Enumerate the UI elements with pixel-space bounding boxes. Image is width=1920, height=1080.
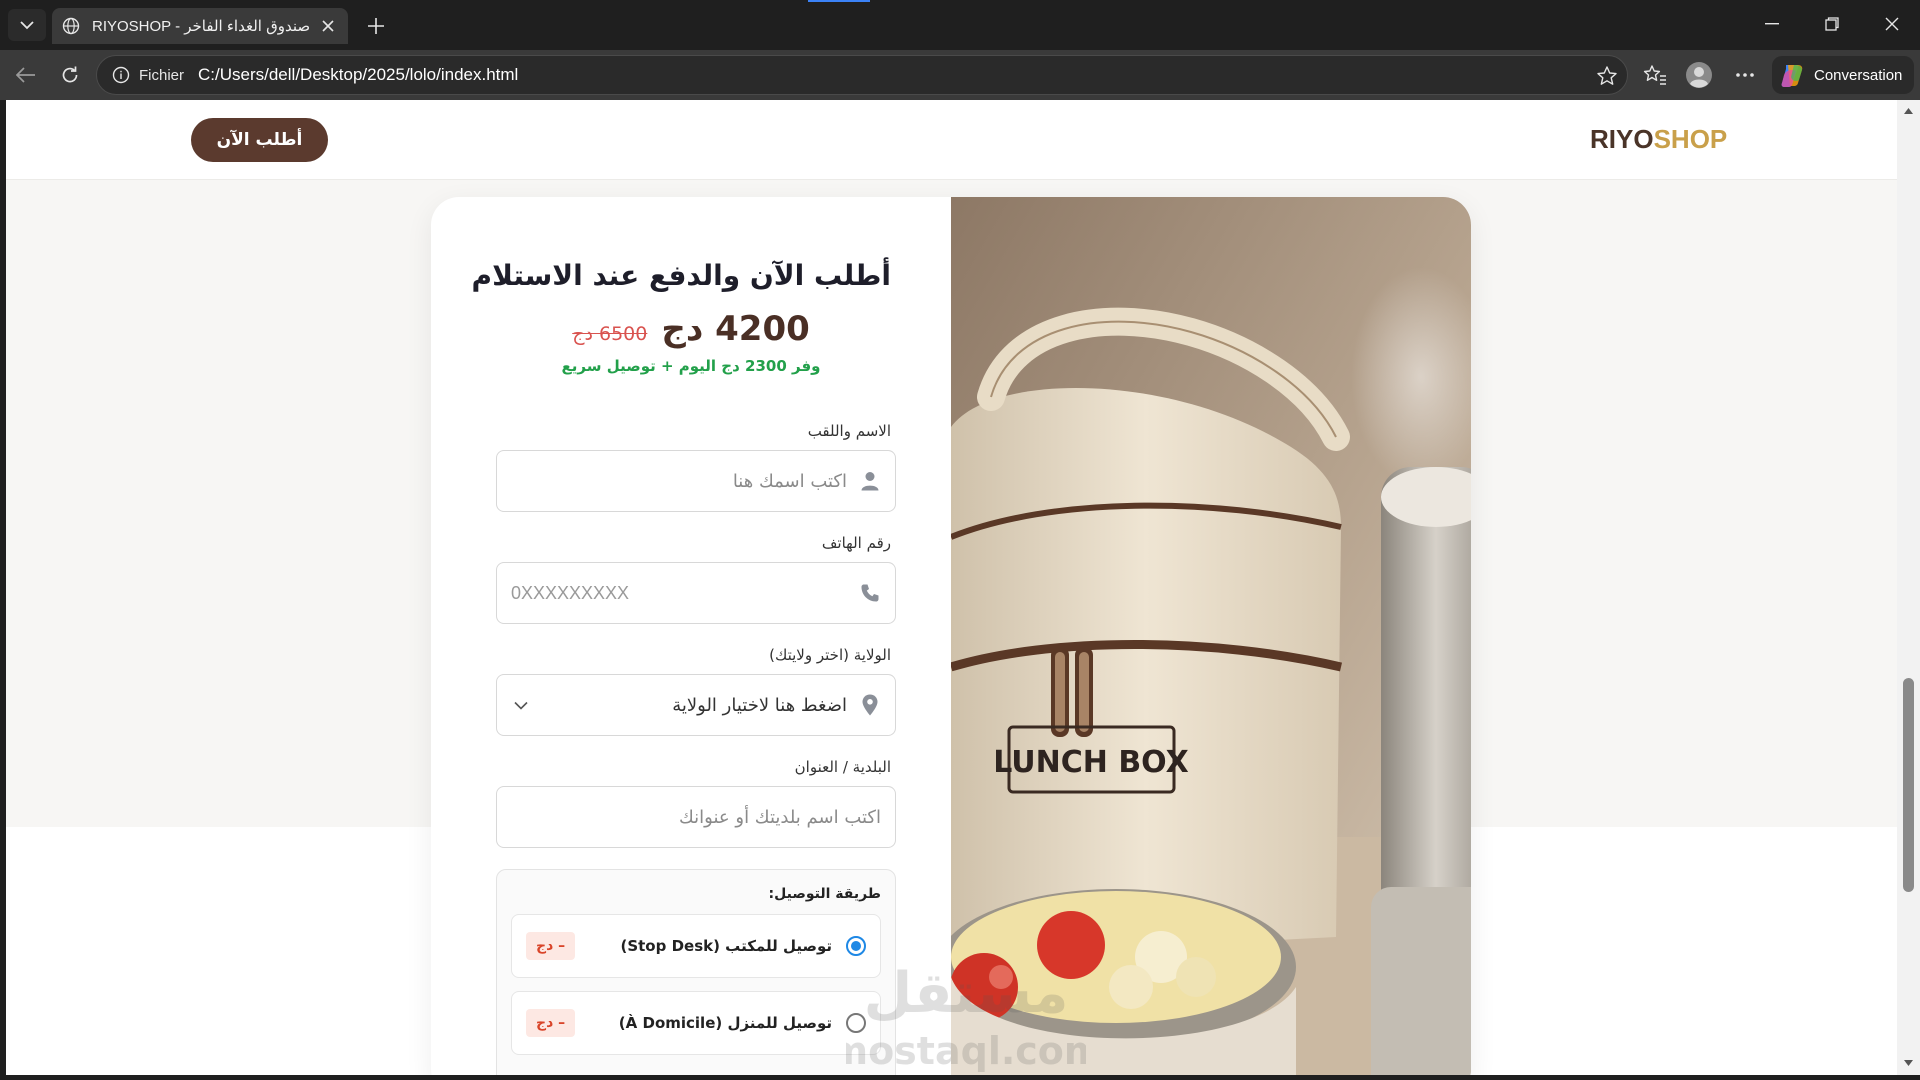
restore-button[interactable]: [1816, 10, 1848, 38]
chevron-down-icon: [20, 21, 34, 30]
product-photo: LUNCH BOX: [951, 197, 1471, 1075]
scrollbar-thumb[interactable]: [1903, 678, 1914, 892]
price-row: 4200 دج 6500 دج: [491, 309, 891, 349]
favorites-icon[interactable]: [1640, 60, 1670, 90]
phone-input[interactable]: 0XXXXXXXXX: [496, 562, 896, 624]
delivery-title: طريقة التوصيل:: [768, 886, 881, 902]
phone-label: رقم الهاتف: [821, 534, 891, 552]
conversation-button[interactable]: Conversation: [1772, 56, 1914, 94]
back-button[interactable]: [10, 60, 42, 90]
wilaya-label: الولاية (اختر ولايتك): [769, 646, 891, 664]
reload-icon: [62, 66, 78, 83]
option-price: – دج: [526, 1009, 576, 1037]
address-bar[interactable]: Fichier C:/Users/dell/Desktop/2025/lolo/…: [96, 55, 1628, 95]
scheme-label: Fichier: [139, 66, 185, 84]
site-logo[interactable]: RIYOSHOP: [1590, 124, 1727, 155]
wilaya-selected: اضغط هنا لاختيار الولاية: [672, 694, 847, 716]
name-input[interactable]: اكتب اسمك هنا: [496, 450, 896, 512]
star-icon[interactable]: [1595, 64, 1619, 88]
location-pin-icon: [859, 694, 881, 716]
more-icon[interactable]: [1730, 60, 1760, 90]
radio-home[interactable]: [846, 1013, 866, 1033]
profile-icon[interactable]: [1684, 60, 1714, 90]
scroll-up-arrow[interactable]: [1902, 104, 1915, 117]
copilot-icon: [1781, 65, 1803, 87]
close-window-button[interactable]: [1876, 10, 1908, 38]
user-icon: [859, 470, 881, 492]
order-form: أطلب الآن والدفع عند الاستلام 4200 دج 65…: [431, 197, 951, 1075]
delivery-option-home[interactable]: توصيل للمنزل (À Domicile) – دج: [511, 991, 881, 1055]
option-price: – دج: [526, 932, 576, 960]
option-label: توصيل للمنزل (À Domicile): [618, 1014, 832, 1032]
phone-placeholder: 0XXXXXXXXX: [511, 582, 630, 603]
page-scrollbar[interactable]: [1897, 100, 1920, 1075]
chevron-down-icon: [511, 695, 531, 715]
logo-part-riyo: RIYO: [1590, 124, 1654, 154]
conversation-label: Conversation: [1814, 66, 1903, 84]
address-placeholder: اكتب اسم بلديتك أو عنوانك: [679, 806, 881, 828]
price-new: 4200 دج: [661, 309, 810, 349]
radio-stop-desk[interactable]: [846, 936, 866, 956]
name-placeholder: اكتب اسمك هنا: [732, 470, 847, 492]
order-card: أطلب الآن والدفع عند الاستلام 4200 دج 65…: [431, 197, 1471, 1075]
delivery-option-stop-desk[interactable]: توصيل للمكتب (Stop Desk) – دج: [511, 914, 881, 978]
phone-icon: [859, 582, 881, 604]
name-label: الاسم واللقب: [807, 422, 891, 440]
loading-indicator: [808, 0, 870, 2]
plus-icon: [368, 18, 384, 34]
address-input[interactable]: اكتب اسم بلديتك أو عنوانك: [496, 786, 896, 848]
browser-titlebar: RIYOSHOP - صندوق الغداء الفاخر: [0, 0, 1920, 50]
price-old: 6500 دج: [572, 323, 648, 345]
tab-title: RIYOSHOP - صندوق الغداء الفاخر: [92, 18, 311, 35]
minimize-button[interactable]: [1756, 10, 1788, 38]
address-label: البلدية / العنوان: [794, 758, 891, 776]
site-header: أطلب الآن RIYOSHOP: [6, 100, 1897, 180]
url-text[interactable]: C:/Users/dell/Desktop/2025/lolo/index.ht…: [198, 65, 518, 85]
lunch-box-text: LUNCH BOX: [993, 745, 1189, 780]
new-tab-button[interactable]: [362, 12, 390, 40]
scroll-down-arrow[interactable]: [1902, 1056, 1915, 1069]
order-now-button[interactable]: أطلب الآن: [191, 118, 328, 162]
reload-button[interactable]: [54, 60, 86, 90]
logo-part-shop: SHOP: [1653, 124, 1728, 154]
browser-tab[interactable]: RIYOSHOP - صندوق الغداء الفاخر: [52, 8, 348, 44]
wilaya-select[interactable]: اضغط هنا لاختيار الولاية: [496, 674, 896, 736]
info-icon[interactable]: [111, 65, 131, 85]
form-title: أطلب الآن والدفع عند الاستلام: [471, 259, 891, 292]
savings-text: وفر 2300 دج اليوم + توصيل سريع: [561, 357, 821, 375]
page-viewport: أطلب الآن RIYOSHOP أطلب الآن والدفع عند …: [6, 100, 1897, 1075]
close-icon[interactable]: [318, 16, 338, 36]
tab-list-button[interactable]: [8, 9, 46, 41]
option-label: توصيل للمكتب (Stop Desk): [620, 937, 832, 955]
back-icon: [16, 67, 35, 83]
globe-icon: [62, 16, 82, 36]
delivery-method-box: طريقة التوصيل: توصيل للمكتب (Stop Desk) …: [496, 869, 896, 1075]
